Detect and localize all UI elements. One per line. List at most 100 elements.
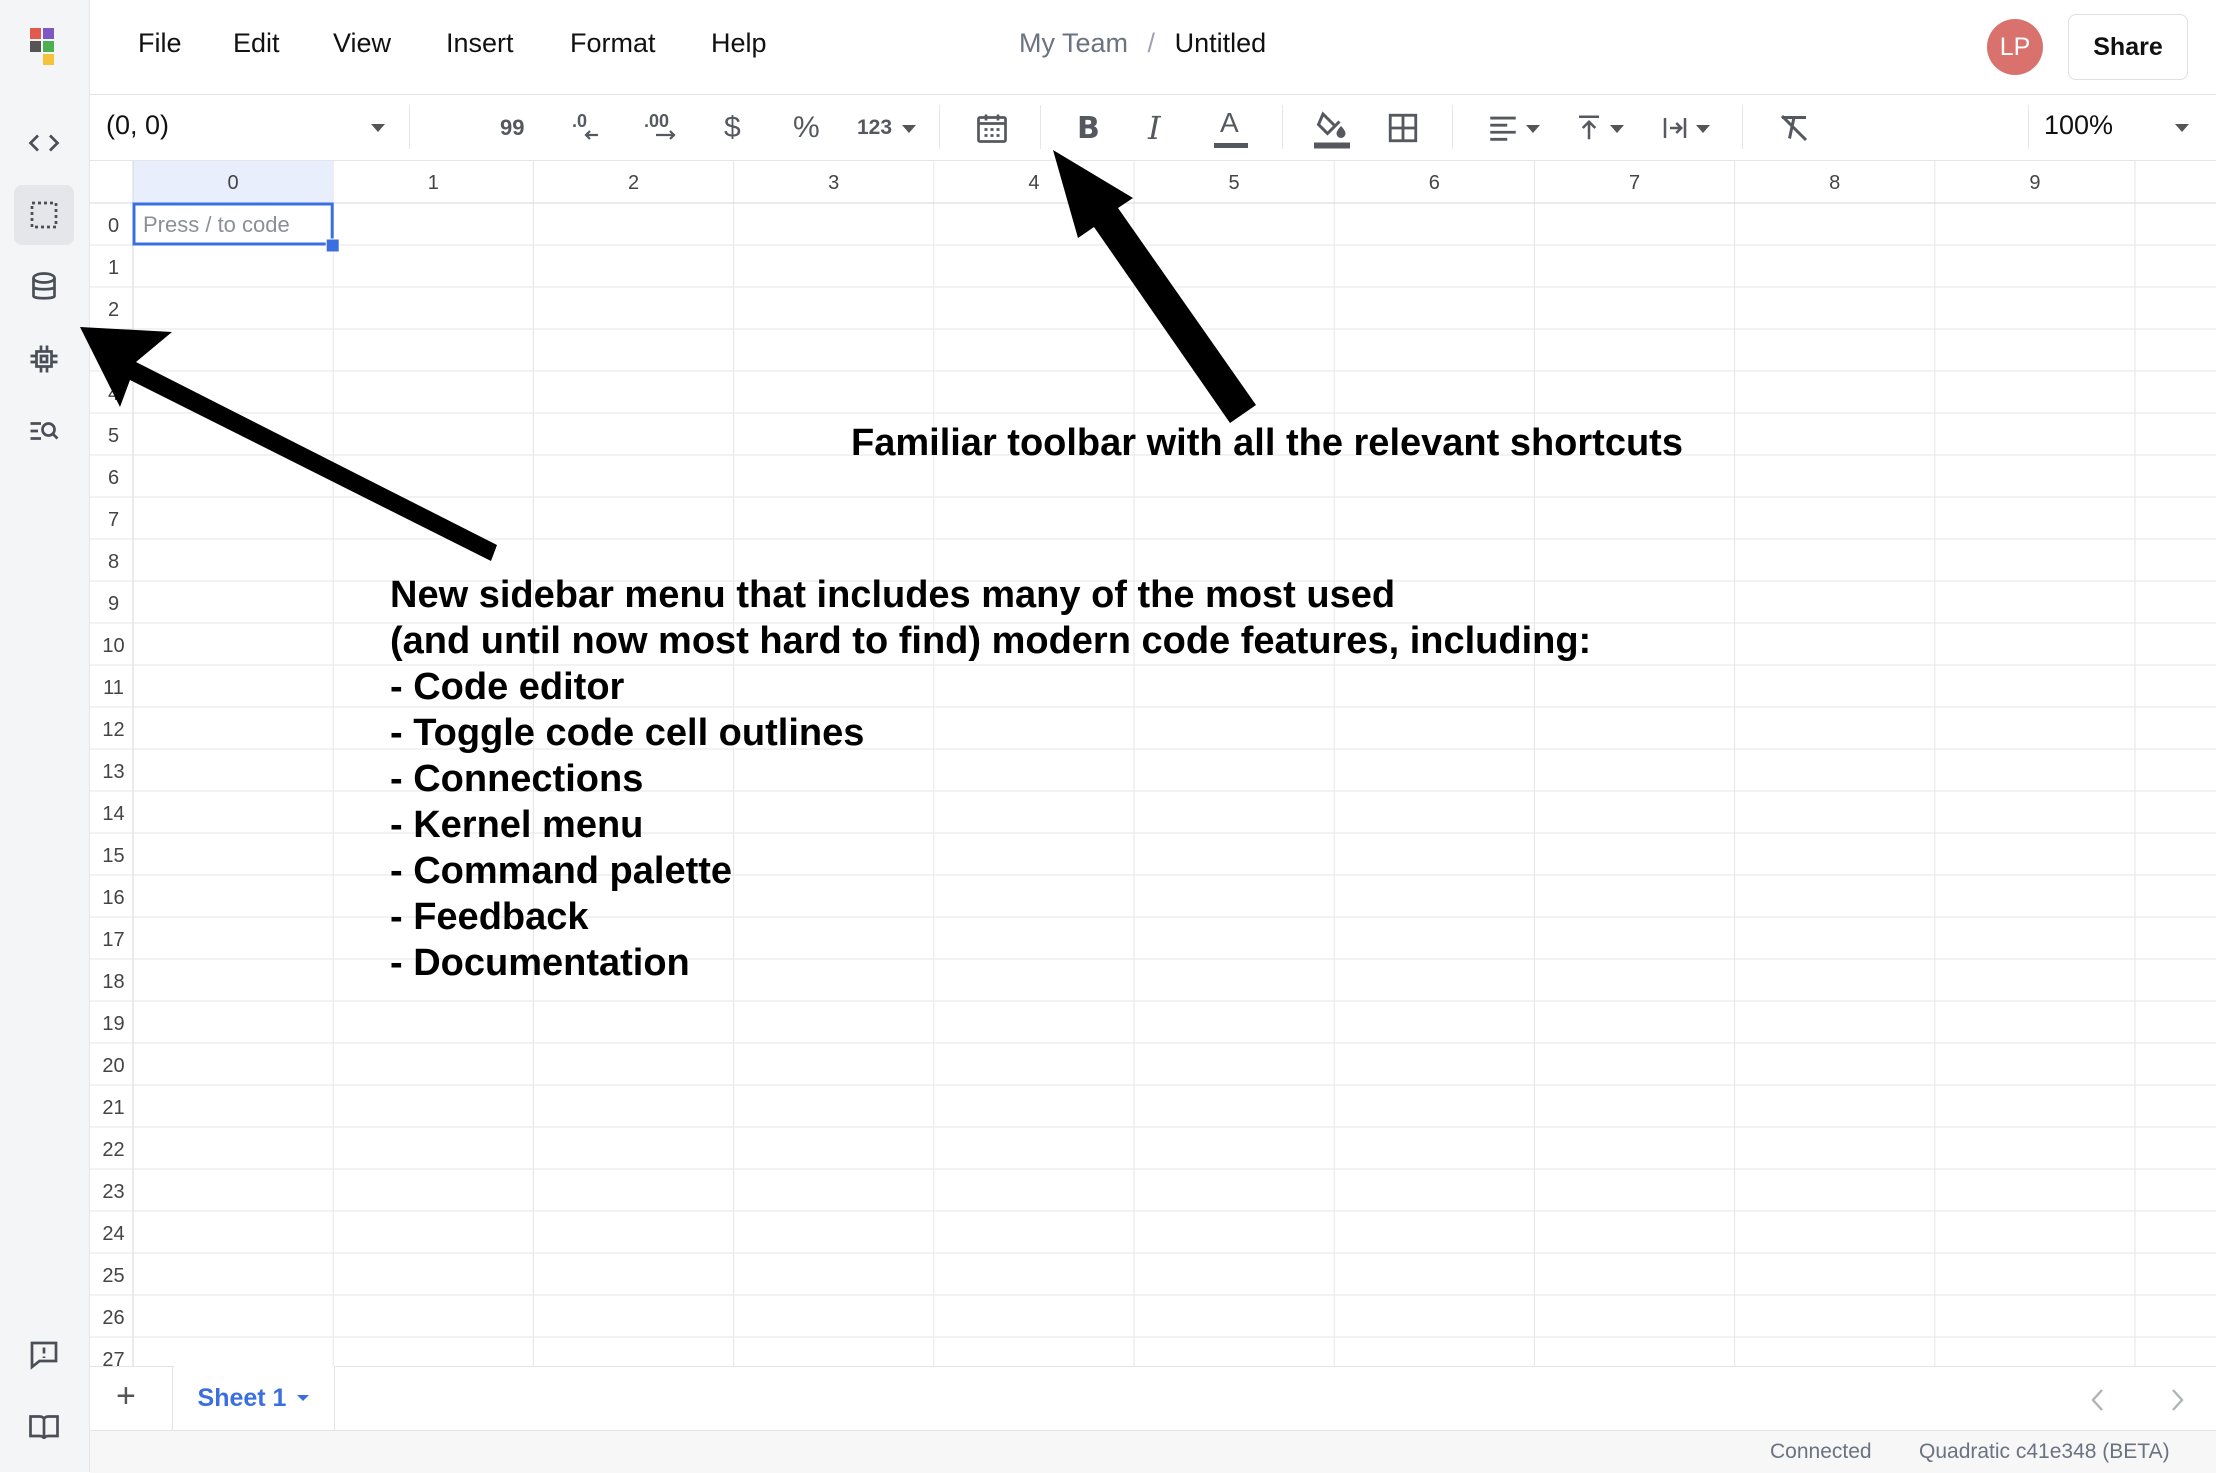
menu-format[interactable]: Format (570, 28, 656, 59)
row-header[interactable]: 20 (102, 1055, 124, 1077)
row-header[interactable]: 26 (102, 1307, 124, 1329)
row-header[interactable]: 13 (102, 761, 124, 783)
chevron-right-icon[interactable] (2168, 1387, 2186, 1413)
share-button[interactable]: Share (2068, 14, 2188, 80)
app-logo[interactable] (28, 26, 58, 66)
borders-icon[interactable] (1386, 109, 1420, 147)
code-editor-button[interactable] (14, 113, 74, 173)
quote-format-button[interactable]: 99 (500, 109, 524, 147)
row-header[interactable]: 8 (108, 551, 119, 573)
row-header[interactable]: 6 (108, 467, 119, 489)
row-header[interactable]: 9 (108, 593, 119, 615)
bold-button[interactable]: B (1077, 109, 1100, 147)
chevron-left-icon[interactable] (2089, 1387, 2107, 1413)
cell-reference-dropdown-icon[interactable] (370, 122, 386, 134)
row-header[interactable]: 18 (102, 971, 124, 993)
column-header[interactable]: 1 (428, 172, 439, 194)
breadcrumb-team[interactable]: My Team (1019, 28, 1128, 58)
vertical-align-top-icon[interactable] (1574, 109, 1604, 147)
row-header[interactable]: 11 (103, 677, 124, 699)
number-format-button[interactable]: 123 (857, 109, 892, 147)
zoom-dropdown-icon[interactable] (2174, 122, 2190, 134)
menu-view[interactable]: View (333, 28, 391, 59)
row-header[interactable]: 15 (102, 845, 124, 867)
menu-insert[interactable]: Insert (446, 28, 514, 59)
clear-formatting-icon[interactable] (1776, 109, 1812, 147)
row-header[interactable]: 19 (102, 1013, 124, 1035)
calendar-icon[interactable] (974, 109, 1010, 147)
menu-file[interactable]: File (138, 28, 182, 59)
breadcrumb-file-name[interactable]: Untitled (1175, 28, 1267, 58)
chevron-down-icon[interactable] (1525, 123, 1541, 135)
toggle-code-cell-outlines-button[interactable] (14, 185, 74, 245)
increase-decimals-icon[interactable]: .00 (642, 109, 686, 147)
text-color-button[interactable]: A (1214, 107, 1248, 151)
command-palette-button[interactable] (14, 401, 74, 461)
italic-button[interactable]: I (1148, 109, 1161, 147)
toolbar-divider (2028, 105, 2029, 149)
add-sheet-button[interactable]: + (116, 1377, 136, 1416)
toolbar-divider (409, 105, 410, 149)
column-header[interactable]: 2 (628, 172, 639, 194)
row-header[interactable]: 24 (102, 1223, 124, 1245)
sheet-bar: + Sheet 1 (90, 1366, 2216, 1431)
toolbar-annotation: Familiar toolbar with all the relevant s… (851, 422, 1683, 464)
feedback-button[interactable] (14, 1325, 74, 1385)
sidebar-annotation: New sidebar menu that includes many of t… (390, 572, 1591, 986)
decrease-decimals-icon[interactable]: .0 (568, 109, 608, 147)
annotation-line: - Toggle code cell outlines (390, 712, 865, 754)
version-label: Quadratic c41e348 (BETA) (1919, 1440, 2170, 1463)
row-header[interactable]: 27 (102, 1349, 124, 1366)
fill-handle[interactable] (325, 238, 340, 253)
row-header[interactable]: 23 (102, 1181, 124, 1203)
text-wrap-icon[interactable] (1660, 109, 1690, 147)
column-header-bar (90, 161, 2216, 203)
sheet-tab-active[interactable]: Sheet 1 (174, 1366, 334, 1430)
connections-button[interactable] (14, 257, 74, 317)
row-header[interactable]: 12 (102, 719, 124, 741)
top-bar: File Edit View Insert Format Help My Tea… (90, 0, 2216, 95)
kernel-menu-button[interactable] (14, 329, 74, 389)
row-header[interactable]: 2 (108, 299, 119, 321)
column-header[interactable]: 6 (1429, 172, 1440, 194)
row-header[interactable]: 0 (108, 215, 119, 237)
column-header[interactable]: 0 (228, 172, 239, 194)
column-header[interactable]: 9 (2029, 172, 2040, 194)
menu-help[interactable]: Help (711, 28, 767, 59)
row-header[interactable]: 16 (102, 887, 124, 909)
column-header[interactable]: 3 (828, 172, 839, 194)
row-header[interactable]: 10 (102, 635, 124, 657)
menu-edit[interactable]: Edit (233, 28, 280, 59)
annotation-line: - Documentation (390, 942, 690, 984)
chevron-down-icon[interactable] (1609, 123, 1625, 135)
annotation-line: - Connections (390, 758, 644, 800)
avatar[interactable]: LP (1987, 19, 2043, 75)
documentation-button[interactable] (14, 1397, 74, 1457)
column-header[interactable]: 7 (1629, 172, 1640, 194)
percent-format-button[interactable]: % (793, 109, 820, 147)
align-left-icon[interactable] (1486, 109, 1520, 147)
column-header[interactable]: 8 (1829, 172, 1840, 194)
column-header[interactable]: 4 (1028, 172, 1039, 194)
row-header[interactable]: 14 (102, 803, 124, 825)
row-header[interactable]: 22 (102, 1139, 124, 1161)
chevron-down-icon[interactable] (1695, 123, 1711, 135)
row-header[interactable]: 5 (108, 425, 119, 447)
row-header[interactable]: 3 (108, 341, 119, 363)
search-list-icon (30, 422, 59, 440)
currency-format-button[interactable]: $ (724, 109, 741, 147)
row-header[interactable]: 7 (108, 509, 119, 531)
row-header[interactable]: 21 (102, 1097, 124, 1119)
row-header[interactable]: 17 (102, 929, 124, 951)
chevron-down-icon[interactable] (901, 123, 917, 135)
zoom-level[interactable]: 100% (2044, 110, 2113, 141)
row-header[interactable]: 25 (102, 1265, 124, 1287)
text-color-letter: A (1220, 107, 1239, 138)
chevron-down-icon[interactable] (296, 1393, 310, 1403)
row-header[interactable]: 1 (108, 257, 119, 279)
fill-color-icon[interactable] (1314, 107, 1350, 151)
row-header[interactable]: 4 (108, 383, 119, 405)
column-header[interactable]: 5 (1229, 172, 1240, 194)
cell-reference-input[interactable]: (0, 0) (106, 110, 169, 141)
annotation-line: New sidebar menu that includes many of t… (390, 574, 1396, 616)
